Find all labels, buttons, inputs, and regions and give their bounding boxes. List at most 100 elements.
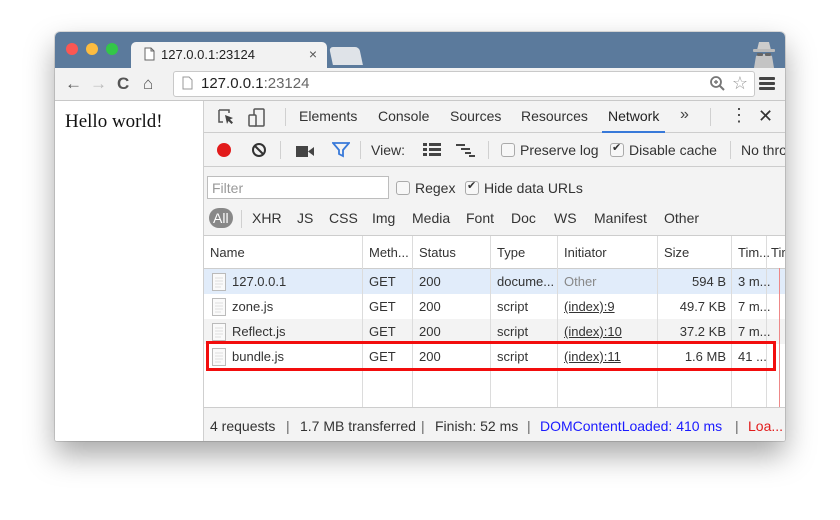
finish-time: Finish: 52 ms (435, 418, 519, 434)
inspect-element-icon[interactable] (217, 108, 235, 129)
cell-size: 594 B (692, 274, 726, 289)
forward-button[interactable]: → (90, 74, 107, 94)
url-text: 127.0.0.1:23124 (201, 75, 309, 92)
hide-data-urls-checkbox[interactable] (465, 179, 479, 195)
type-css[interactable]: CSS (329, 210, 358, 226)
throttling-select[interactable]: No thro (741, 142, 785, 158)
requests-table: Name Meth... Status Type Initiator Size … (204, 236, 785, 407)
cell-type: script (497, 324, 529, 339)
col-status[interactable]: Status (419, 245, 456, 260)
column-divider[interactable] (657, 236, 658, 407)
home-button[interactable]: ⌂ (143, 74, 153, 94)
page-icon (182, 76, 193, 95)
separator (360, 141, 361, 159)
more-tabs-icon[interactable]: » (680, 106, 689, 124)
col-size[interactable]: Size (664, 245, 689, 260)
clear-icon[interactable] (251, 142, 267, 161)
page-viewport: Hello world! (55, 101, 204, 441)
tab-close-icon[interactable]: × (309, 46, 317, 62)
summary-separator: | (421, 418, 425, 434)
cell-name: Reflect.js (232, 324, 286, 339)
bookmark-star-icon[interactable]: ☆ (732, 73, 748, 94)
summary-separator: | (735, 418, 739, 434)
page-icon (144, 47, 155, 66)
table-row[interactable]: 127.0.0.1 GET 200 docume... Other 594 B … (204, 269, 785, 294)
tab-network[interactable]: Network (601, 108, 666, 133)
address-bar[interactable]: 127.0.0.1:23124 ☆ (173, 71, 755, 97)
column-divider[interactable] (731, 236, 732, 407)
maximize-window-button[interactable] (106, 43, 118, 55)
record-button[interactable] (217, 143, 231, 157)
preserve-log-checkbox[interactable] (501, 143, 515, 157)
view-label: View: (371, 142, 405, 158)
cell-initiator-link[interactable]: (index):10 (564, 324, 622, 339)
browser-tab[interactable]: 127.0.0.1:23124 × (131, 42, 327, 68)
new-tab-button[interactable] (329, 47, 363, 65)
col-timeline[interactable]: Tir (771, 245, 785, 260)
network-summary-bar: 4 requests | 1.7 MB transferred | Finish… (204, 407, 785, 441)
devtools-tabbar: Elements Console Sources Resources Netwo… (204, 101, 785, 133)
filter-row: Regex Hide data URLs (204, 167, 785, 203)
cell-status: 200 (419, 274, 441, 289)
load-event-marker (779, 268, 780, 407)
column-divider[interactable] (490, 236, 491, 407)
tab-console[interactable]: Console (378, 108, 429, 124)
devtools-menu-icon[interactable]: ⋮ (730, 106, 748, 124)
separator (710, 108, 711, 126)
type-font[interactable]: Font (466, 210, 494, 226)
type-js[interactable]: JS (297, 210, 313, 226)
cell-size: 37.2 KB (679, 324, 726, 339)
type-img[interactable]: Img (372, 210, 395, 226)
summary-separator: | (286, 418, 290, 434)
column-divider[interactable] (766, 236, 767, 407)
load-time: Loa... (748, 418, 784, 434)
tab-elements[interactable]: Elements (299, 108, 357, 124)
disable-cache-label: Disable cache (629, 142, 717, 158)
disable-cache-checkbox[interactable] (610, 141, 624, 157)
device-toolbar-icon[interactable] (248, 108, 266, 131)
overview-waterfall-icon[interactable] (456, 143, 476, 160)
reload-button[interactable]: C (117, 74, 129, 94)
type-all[interactable]: All (209, 208, 233, 228)
tab-resources[interactable]: Resources (521, 108, 588, 124)
filter-input[interactable] (207, 176, 389, 199)
column-divider[interactable] (557, 236, 558, 407)
column-divider[interactable] (362, 236, 363, 407)
table-header: Name Meth... Status Type Initiator Size … (204, 236, 785, 269)
col-name[interactable]: Name (210, 245, 245, 260)
page-heading: Hello world! (65, 111, 163, 132)
cell-status: 200 (419, 324, 441, 339)
filter-icon[interactable] (331, 142, 351, 161)
type-ws[interactable]: WS (554, 210, 577, 226)
col-initiator[interactable]: Initiator (564, 245, 607, 260)
col-method[interactable]: Meth... (369, 245, 409, 260)
browser-menu-icon[interactable] (759, 77, 775, 92)
tab-sources[interactable]: Sources (450, 108, 501, 124)
type-manifest[interactable]: Manifest (594, 210, 647, 226)
devtools-close-icon[interactable]: ✕ (758, 106, 773, 127)
capture-screenshots-icon[interactable] (296, 144, 314, 160)
table-row[interactable]: zone.js GET 200 script (index):9 49.7 KB… (204, 294, 785, 319)
type-media[interactable]: Media (412, 210, 450, 226)
cell-name: zone.js (232, 299, 274, 314)
browser-toolbar: ← → C ⌂ 127.0.0.1:23124 ☆ (55, 68, 785, 101)
dom-content-loaded-time: DOMContentLoaded: 410 ms (540, 418, 723, 434)
tab-strip: 127.0.0.1:23124 × (55, 32, 785, 68)
type-other[interactable]: Other (664, 210, 699, 226)
minimize-window-button[interactable] (86, 43, 98, 55)
script-icon (212, 298, 226, 319)
regex-checkbox[interactable] (396, 181, 410, 195)
column-divider[interactable] (412, 236, 413, 407)
zoom-icon[interactable] (709, 75, 726, 97)
network-toolbar: View: Preserve log Disable cache No thro (204, 133, 785, 167)
type-xhr[interactable]: XHR (252, 210, 282, 226)
col-type[interactable]: Type (497, 245, 525, 260)
close-window-button[interactable] (66, 43, 78, 55)
cell-initiator-link[interactable]: (index):9 (564, 299, 615, 314)
preserve-log-label: Preserve log (520, 142, 599, 158)
cell-size: 49.7 KB (679, 299, 726, 314)
large-rows-icon[interactable] (423, 143, 441, 160)
type-doc[interactable]: Doc (511, 210, 536, 226)
back-button[interactable]: ← (65, 74, 82, 94)
cell-initiator: Other (564, 274, 597, 289)
